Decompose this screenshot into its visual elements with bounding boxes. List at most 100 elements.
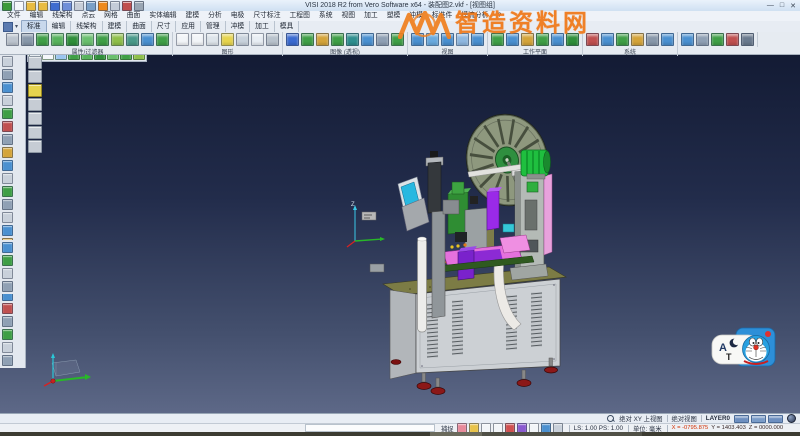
ribbon-icon[interactable] (616, 33, 629, 46)
ribbon-icon[interactable] (346, 33, 359, 46)
left-tool-icon[interactable] (2, 268, 13, 279)
view-mode-button[interactable] (28, 70, 42, 83)
ribbon-icon[interactable] (491, 33, 504, 46)
ribbon-icon[interactable] (286, 33, 299, 46)
menu-item[interactable]: 冲模 (405, 11, 427, 21)
left-tool-icon[interactable] (2, 186, 13, 197)
cabinet[interactable] (370, 264, 566, 395)
left-tool-icon[interactable] (2, 342, 13, 353)
ribbon-icon[interactable] (266, 33, 279, 46)
ribbon-icon[interactable] (601, 33, 614, 46)
menu-item[interactable]: 系统 (315, 11, 337, 21)
ribbon-icon[interactable] (221, 33, 234, 46)
left-tool-icon[interactable] (2, 160, 13, 171)
ribbon-icon[interactable] (506, 33, 519, 46)
left-tool-icon[interactable] (2, 242, 13, 253)
toolbar-tab[interactable]: 冲模 (226, 21, 251, 32)
grid-icon[interactable] (3, 22, 13, 32)
command-input[interactable] (305, 424, 435, 432)
maximize-button[interactable]: □ (780, 2, 784, 10)
ribbon-icon[interactable] (111, 33, 124, 46)
ribbon-icon[interactable] (426, 33, 439, 46)
toolbar-tab[interactable]: 编辑 (47, 21, 72, 32)
ribbon-icon[interactable] (456, 33, 469, 46)
ribbon-icon[interactable] (21, 33, 34, 46)
left-tool-icon[interactable] (2, 95, 13, 106)
view-mode-button[interactable] (28, 140, 42, 153)
ribbon-icon[interactable] (176, 33, 189, 46)
globe-icon[interactable] (787, 414, 796, 423)
left-tool-icon[interactable] (2, 355, 13, 366)
layer-color-chip[interactable] (751, 415, 766, 423)
motor-green[interactable] (521, 150, 551, 179)
ribbon-icon[interactable] (206, 33, 219, 46)
ribbon-icon[interactable] (586, 33, 599, 46)
ribbon-icon[interactable] (646, 33, 659, 46)
ribbon-icon[interactable] (711, 33, 724, 46)
ribbon-icon[interactable] (36, 33, 49, 46)
ribbon-icon[interactable] (81, 33, 94, 46)
menu-item[interactable]: 视图 (338, 11, 360, 21)
left-tool-icon[interactable] (2, 69, 13, 80)
left-tool-icon[interactable] (2, 225, 13, 236)
close-button[interactable]: ✕ (790, 2, 796, 10)
view-mode-button[interactable] (28, 126, 42, 139)
menu-item[interactable]: 加工 (360, 11, 382, 21)
minimize-button[interactable]: — (767, 2, 774, 10)
toolbar-tab[interactable]: 加工 (250, 21, 275, 32)
ribbon-icon[interactable] (741, 33, 754, 46)
menu-item[interactable]: 模流分析 (457, 11, 492, 21)
magnifier-icon[interactable] (607, 415, 614, 422)
ribbon-icon[interactable] (126, 33, 139, 46)
ribbon-icon[interactable] (316, 33, 329, 46)
view-mode-button[interactable] (28, 56, 42, 69)
ribbon-icon[interactable] (156, 33, 169, 46)
ribbon-icon[interactable] (361, 33, 374, 46)
ribbon-icon[interactable] (6, 33, 19, 46)
menu-item[interactable]: 标准件 (428, 11, 456, 21)
ribbon-icon[interactable] (66, 33, 79, 46)
ribbon-icon[interactable] (301, 33, 314, 46)
machine-3d-model[interactable]: Z (0, 0, 800, 436)
left-tool-icon[interactable] (2, 199, 13, 210)
ribbon-icon[interactable] (331, 33, 344, 46)
view-mode-status[interactable]: 绝对 XY 上视图 (619, 414, 662, 423)
ribbon-icon[interactable] (471, 33, 484, 46)
left-tool-icon[interactable] (2, 108, 13, 119)
menu-item[interactable]: ? (493, 11, 505, 21)
ribbon-icon[interactable] (631, 33, 644, 46)
view-mode-button[interactable] (28, 84, 42, 97)
active-layer[interactable]: LAYER0 (706, 415, 730, 422)
left-tool-icon[interactable] (2, 329, 13, 340)
ribbon-icon[interactable] (441, 33, 454, 46)
viewport-canvas[interactable]: Z (0, 54, 800, 413)
layer-color-chip[interactable] (734, 415, 749, 423)
ribbon-icon[interactable] (696, 33, 709, 46)
ribbon-icon[interactable] (536, 33, 549, 46)
toolbar-tab[interactable]: 应用 (176, 21, 201, 32)
left-tool-icon[interactable] (2, 82, 13, 93)
ribbon-icon[interactable] (521, 33, 534, 46)
left-tool-icon[interactable] (2, 303, 13, 314)
ribbon-icon[interactable] (726, 33, 739, 46)
left-tool-icon[interactable] (2, 316, 13, 327)
left-tool-icon[interactable] (2, 255, 13, 266)
ribbon-icon[interactable] (51, 33, 64, 46)
view-mode-button[interactable] (28, 98, 42, 111)
desktop-widget[interactable]: A T (710, 325, 778, 371)
left-tool-icon[interactable] (2, 147, 13, 158)
ribbon-icon[interactable] (141, 33, 154, 46)
toolbar-tab[interactable]: 线架构 (71, 21, 102, 32)
left-tool-icon[interactable] (2, 173, 13, 184)
ribbon-icon[interactable] (391, 33, 404, 46)
view-mode-button[interactable] (28, 112, 42, 125)
left-tool-icon[interactable] (2, 212, 13, 223)
toolbar-tab[interactable]: 尺寸 (152, 21, 177, 32)
left-tool-icon[interactable] (2, 56, 13, 67)
menu-item[interactable]: 塑模 (383, 11, 405, 21)
toolbar-tab[interactable]: 模具 (275, 21, 300, 32)
absolute-view-status[interactable]: 绝对视图 (672, 414, 697, 423)
left-tool-icon[interactable] (2, 134, 13, 145)
ribbon-icon[interactable] (191, 33, 204, 46)
ribbon-icon[interactable] (551, 33, 564, 46)
